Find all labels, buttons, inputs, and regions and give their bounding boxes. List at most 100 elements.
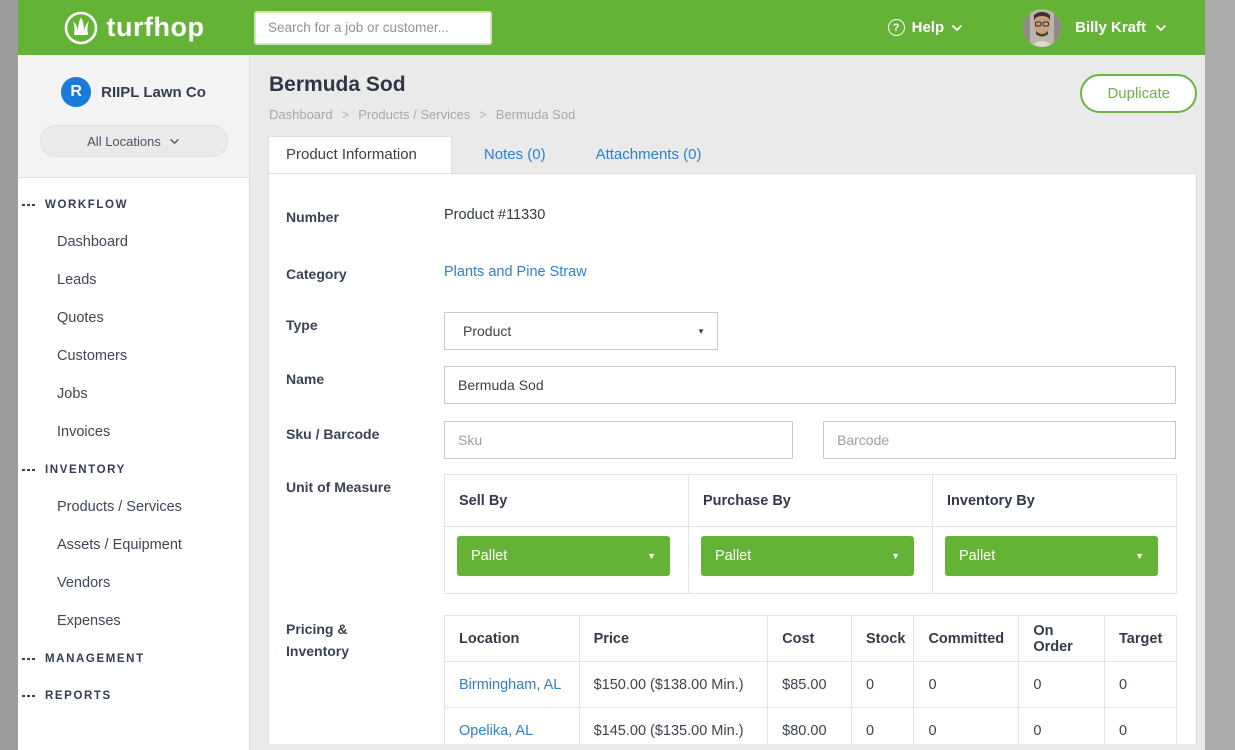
sku-input[interactable] — [444, 421, 793, 459]
name-label: Name — [286, 366, 444, 404]
col-committed: Committed — [914, 616, 1019, 662]
sidebar-section-workflow[interactable]: WORKFLOW — [18, 186, 249, 223]
brand-logo[interactable]: turfhop — [18, 11, 250, 45]
company[interactable]: R RIIPL Lawn Co — [36, 77, 231, 107]
stock-cell: 0 — [851, 708, 914, 745]
tab-attachments[interactable]: Attachments (0) — [578, 137, 720, 173]
product-information-panel: Number Product #11330 Category Plants an… — [268, 173, 1197, 744]
type-select[interactable]: Product ▼ — [444, 312, 718, 350]
sidebar-item-dashboard[interactable]: Dashboard — [18, 223, 249, 261]
company-logo-icon: R — [61, 77, 91, 107]
section-label: WORKFLOW — [45, 199, 128, 211]
barcode-input[interactable] — [823, 421, 1176, 459]
tab-product-information[interactable]: Product Information — [268, 136, 452, 173]
on-order-cell: 0 — [1019, 708, 1105, 745]
committed-cell: 0 — [914, 708, 1019, 745]
user-name: Billy Kraft — [1075, 19, 1146, 36]
sidebar-section-reports[interactable]: REPORTS — [18, 677, 249, 714]
uom-col-purchase-by: Purchase By — [689, 475, 933, 527]
location-link-opelika[interactable]: Opelika, AL — [459, 723, 533, 739]
sidebar-item-assets-equipment[interactable]: Assets / Equipment — [18, 526, 249, 564]
section-label: MANAGEMENT — [45, 653, 145, 665]
turfhop-grass-icon — [64, 11, 98, 45]
unit-of-measure-table: Sell By Purchase By Inventory By Pallet … — [444, 474, 1177, 594]
unit-of-measure-label: Unit of Measure — [286, 474, 444, 594]
on-order-cell: 0 — [1019, 662, 1105, 708]
dashes-icon — [22, 469, 37, 471]
user-menu[interactable]: Billy Kraft — [1075, 19, 1167, 36]
topbar-right: ? Help — [888, 9, 1205, 47]
table-row: Birmingham, AL $150.00 ($138.00 Min.) $8… — [445, 662, 1177, 708]
location-link-birmingham[interactable]: Birmingham, AL — [459, 677, 561, 693]
breadcrumb-separator: > — [342, 107, 350, 122]
caret-down-icon: ▼ — [697, 327, 705, 336]
category-link[interactable]: Plants and Pine Straw — [444, 264, 587, 280]
inventory-by-select[interactable]: Pallet ▼ — [945, 536, 1158, 576]
field-row-type: Type Product ▼ — [286, 312, 1196, 350]
help-menu[interactable]: ? Help — [888, 19, 964, 36]
sidebar-item-products-services[interactable]: Products / Services — [18, 488, 249, 526]
field-row-category: Category Plants and Pine Straw — [286, 261, 1196, 285]
purchase-by-select[interactable]: Pallet ▼ — [701, 536, 914, 576]
app-window: turfhop ? Help — [18, 0, 1205, 750]
screenshot-stage: turfhop ? Help — [0, 0, 1235, 750]
section-label: INVENTORY — [45, 464, 126, 476]
chevron-down-icon — [169, 138, 180, 145]
field-row-unit-of-measure: Unit of Measure Sell By Purchase By Inve… — [286, 474, 1196, 594]
chevron-down-icon — [1155, 24, 1167, 32]
sidebar-section-management[interactable]: MANAGEMENT — [18, 640, 249, 677]
sidebar-item-customers[interactable]: Customers — [18, 337, 249, 375]
name-input[interactable] — [444, 366, 1176, 404]
breadcrumb-dashboard[interactable]: Dashboard — [269, 107, 333, 122]
breadcrumb: Dashboard > Products / Services > Bermud… — [269, 107, 1197, 122]
sidebar-item-vendors[interactable]: Vendors — [18, 564, 249, 602]
field-row-sku-barcode: Sku / Barcode — [286, 421, 1196, 459]
global-search-input[interactable] — [254, 11, 492, 45]
avatar[interactable] — [1023, 9, 1061, 47]
window-gutter-right[interactable] — [1205, 0, 1235, 750]
sidebar-item-quotes[interactable]: Quotes — [18, 299, 249, 337]
col-location: Location — [445, 616, 580, 662]
window-gutter-left — [0, 0, 18, 750]
top-header: turfhop ? Help — [18, 0, 1205, 55]
type-select-value: Product — [463, 323, 511, 339]
breadcrumb-separator: > — [479, 107, 487, 122]
number-value: Product #11330 — [444, 204, 545, 228]
caret-down-icon: ▼ — [1135, 551, 1144, 561]
target-cell: 0 — [1105, 662, 1177, 708]
committed-cell: 0 — [914, 662, 1019, 708]
breadcrumb-products-services[interactable]: Products / Services — [358, 107, 470, 122]
tab-notes[interactable]: Notes (0) — [466, 137, 564, 173]
stock-cell: 0 — [851, 662, 914, 708]
pricing-inventory-table: Location Price Cost Stock Committed On O… — [444, 615, 1177, 744]
sidebar-item-invoices[interactable]: Invoices — [18, 413, 249, 451]
sell-by-select[interactable]: Pallet ▼ — [457, 536, 670, 576]
sidebar-item-leads[interactable]: Leads — [18, 261, 249, 299]
duplicate-button[interactable]: Duplicate — [1080, 74, 1197, 113]
purchase-by-value: Pallet — [715, 548, 751, 564]
field-row-pricing: Pricing & Inventory Location Price Cost … — [286, 615, 1196, 744]
page-header: Bermuda Sod Dashboard > Products / Servi… — [268, 73, 1197, 122]
help-label: Help — [912, 19, 945, 36]
col-on-order: On Order — [1019, 616, 1105, 662]
location-filter-dropdown[interactable]: All Locations — [40, 125, 228, 157]
sidebar: R RIIPL Lawn Co All Locations WORKFLOW — [18, 55, 250, 750]
sidebar-item-jobs[interactable]: Jobs — [18, 375, 249, 413]
number-label: Number — [286, 204, 444, 228]
help-icon: ? — [888, 19, 905, 36]
dashes-icon — [22, 695, 37, 697]
target-cell: 0 — [1105, 708, 1177, 745]
sidebar-nav: WORKFLOW Dashboard Leads Quotes Customer… — [18, 178, 249, 714]
company-name: RIIPL Lawn Co — [101, 84, 206, 101]
pricing-inventory-label: Pricing & Inventory — [286, 615, 444, 744]
section-label: REPORTS — [45, 690, 112, 702]
type-label: Type — [286, 312, 444, 350]
sidebar-section-inventory[interactable]: INVENTORY — [18, 451, 249, 488]
uom-col-sell-by: Sell By — [445, 475, 689, 527]
sidebar-item-expenses[interactable]: Expenses — [18, 602, 249, 640]
uom-col-inventory-by: Inventory By — [933, 475, 1176, 527]
chevron-down-icon — [951, 24, 963, 32]
breadcrumb-current: Bermuda Sod — [496, 107, 576, 122]
price-cell: $150.00 ($138.00 Min.) — [579, 662, 768, 708]
cost-cell: $80.00 — [768, 708, 852, 745]
